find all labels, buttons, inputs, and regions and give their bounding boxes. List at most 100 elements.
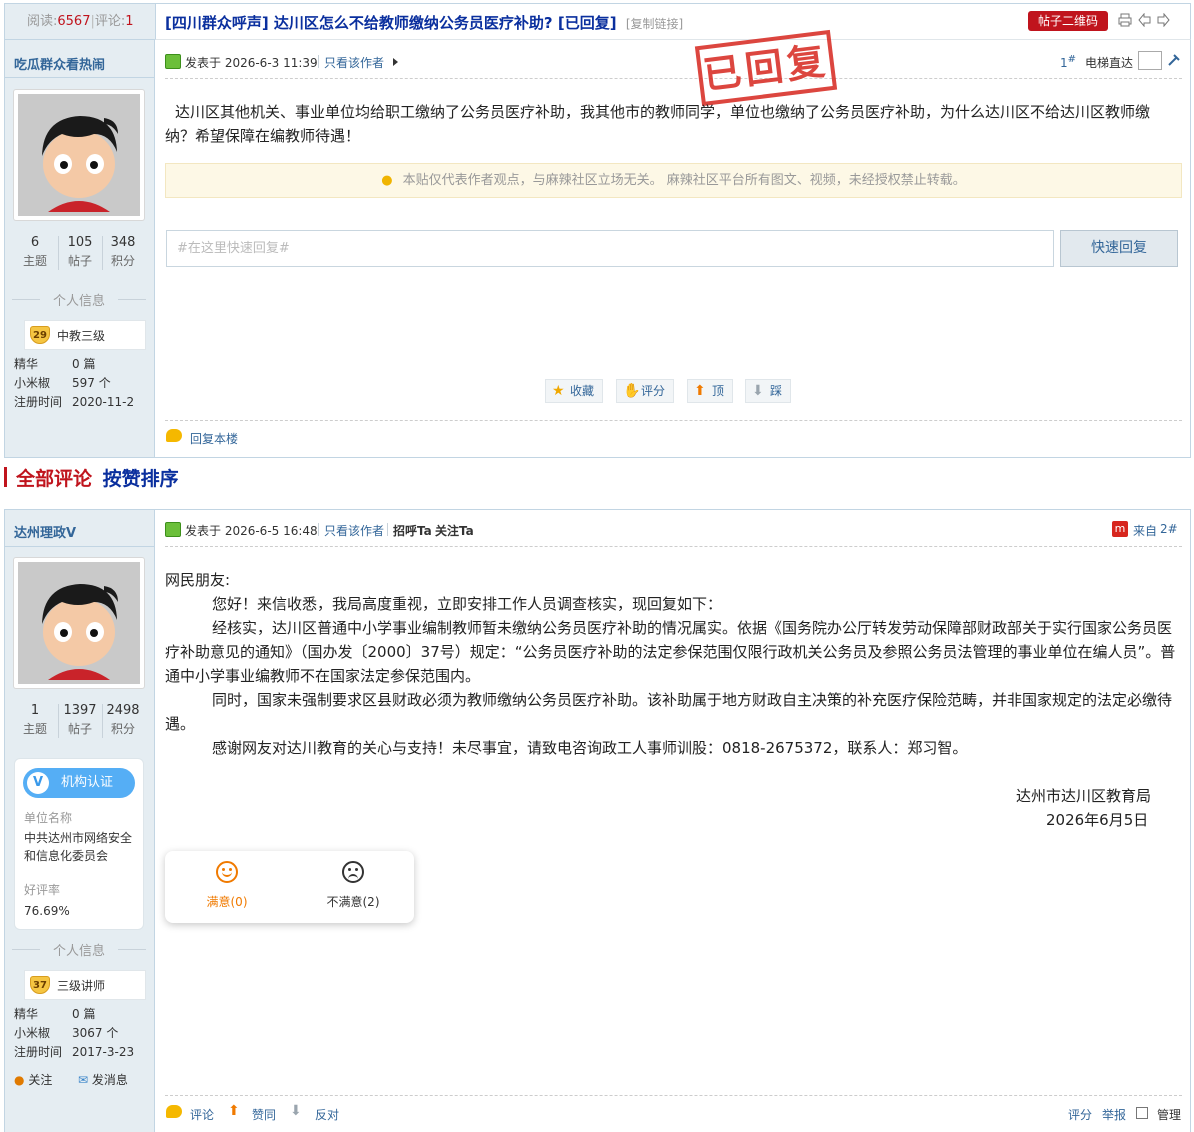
favorite-button[interactable]: ★ 收藏: [545, 379, 604, 403]
post1-content-text: 达川区其他机关、事业单位均给职工缴纳了公务员医疗补助，我其他市的教师同学，单位也…: [165, 103, 1151, 145]
manage-checkbox[interactable]: [1136, 1107, 1148, 1119]
post2-posted-at: 发表于 2026-6-5 16:48: [185, 524, 318, 538]
post1-arrow-icon: [393, 58, 398, 66]
agree-link[interactable]: 赞同: [252, 1106, 276, 1123]
prev-thread-icon[interactable]: [1138, 12, 1152, 28]
section-marker: [4, 467, 7, 487]
meta-label-regtime: 注册时间: [14, 395, 63, 409]
meta-label-pepper: 小米椒: [14, 376, 51, 390]
signature-org: 达州市达川区教育局: [1016, 787, 1152, 805]
post1-level-name: 中教三级: [57, 329, 106, 343]
smile-icon: [216, 861, 238, 883]
post1-only-author[interactable]: 只看该作者: [324, 54, 384, 71]
post1-author-divider: [4, 77, 155, 78]
satisfied-option[interactable]: 满意(0): [187, 861, 267, 910]
copy-link[interactable]: [复制链接]: [626, 17, 683, 31]
rate-button[interactable]: ✋ 评分: [616, 379, 675, 403]
post1-level-box[interactable]: 29 中教三级: [24, 320, 146, 350]
post2-level-box[interactable]: 37 三级讲师: [24, 970, 146, 1000]
rate-link[interactable]: 评分: [1068, 1106, 1092, 1123]
post2-avatar[interactable]: [14, 558, 144, 688]
post2-message-link[interactable]: ✉ 发消息: [78, 1071, 128, 1088]
print-icon[interactable]: [1118, 12, 1132, 27]
oppose-arrow-icon: ⬇: [290, 1103, 302, 1119]
post1-header-divider: [165, 78, 1182, 79]
follow-ta-link[interactable]: 关注Ta: [435, 522, 474, 539]
post2-only-author[interactable]: 只看该作者: [324, 522, 384, 539]
meta-label-essence: 精华: [14, 357, 39, 371]
post1-posted-at: 发表于 2026-6-3 11:39: [185, 56, 318, 70]
meta-value-essence: 0 篇: [72, 357, 96, 371]
unsatisfied-option[interactable]: 不满意(2): [310, 861, 396, 910]
rating-label: 好评率: [24, 883, 61, 897]
post1-footer-divider: [165, 420, 1182, 421]
post1-author[interactable]: 吃瓜群众看热闹: [14, 54, 105, 73]
quick-reply-input[interactable]: #在这里快速回复#: [166, 230, 1054, 267]
reply-floor-icon: [166, 429, 182, 442]
satisfaction-box: 满意(0) 不满意(2): [165, 851, 414, 923]
post1-online-icon: [165, 54, 181, 69]
post1-avatar[interactable]: [14, 90, 144, 220]
elevator-go-icon[interactable]: [1166, 52, 1182, 68]
star-icon: ★: [552, 383, 565, 399]
post1-floor-number[interactable]: 1#: [1060, 54, 1076, 70]
reads-label: 阅读:: [27, 14, 58, 29]
verified-v-icon: V: [27, 772, 49, 794]
post2-footer-divider: [165, 1095, 1182, 1096]
quick-reply-placeholder: #在这里快速回复#: [177, 241, 290, 256]
greet-ta-link[interactable]: 招呼Ta: [393, 522, 432, 539]
post2-floor-number[interactable]: 2#: [1160, 522, 1178, 536]
follow-user-icon: ●: [14, 1073, 25, 1087]
thread-title: [四川群众呼声] 达川区怎么不给教师缴纳公务员医疗补助? [已回复] [复制链接…: [165, 12, 683, 33]
post2-stat-posts[interactable]: 1397 帖子: [59, 702, 101, 737]
manage-label: 管理: [1157, 1108, 1182, 1122]
org-name: 中共达州市网络安全和信息化委员会: [24, 831, 133, 863]
post2-online-icon: [165, 522, 181, 537]
post1-content: 达川区其他机关、事业单位均给职工缴纳了公务员医疗补助，我其他市的教师同学，单位也…: [165, 100, 1177, 148]
rating-value: 76.69%: [24, 904, 70, 918]
post1-elevator-label: 电梯直达: [1085, 56, 1134, 70]
post2-stat-topics[interactable]: 1 主题: [14, 702, 56, 737]
sort-by-likes[interactable]: 按赞排序: [103, 468, 179, 490]
post1-stat-points[interactable]: 348 积分: [103, 234, 143, 269]
org-name-label: 单位名称: [24, 811, 73, 825]
post2-header-divider: [165, 546, 1182, 547]
oppose-link[interactable]: 反对: [315, 1106, 339, 1123]
level-badge-icon: 29: [30, 326, 50, 344]
satisfied-label: 满意(0): [206, 895, 248, 909]
post2-follow-link[interactable]: ● 关注: [14, 1071, 52, 1088]
qr-button[interactable]: 帖子二维码: [1028, 11, 1108, 31]
post2-level-name: 三级讲师: [57, 979, 106, 993]
all-comments-title: 全部评论: [16, 468, 93, 490]
post1-elevator-input[interactable]: [1138, 51, 1162, 70]
unsatisfied-label: 不满意(2): [326, 895, 380, 909]
section-title: 全部评论 按赞排序: [16, 464, 179, 491]
downvote-button[interactable]: ⬇ 踩: [745, 379, 792, 403]
reply-paragraph-4: 感谢网友对达川教育的关心与支持！未尽事宜，请致电咨询政工人事师训股：0818-2…: [212, 739, 968, 757]
envelope-icon: ✉: [78, 1073, 89, 1087]
post2-meta-labels: 精华 小米椒 注册时间: [14, 1007, 63, 1059]
agree-arrow-icon: ⬆: [228, 1103, 240, 1119]
frown-icon: [342, 861, 364, 883]
next-thread-icon[interactable]: [1156, 12, 1170, 28]
org-verified-badge: V 机构认证: [23, 768, 135, 798]
upvote-button[interactable]: ⬆ 顶: [687, 379, 734, 403]
report-link[interactable]: 举报: [1102, 1106, 1126, 1123]
post2-meta-values: 0 篇 3067 个 2017-3-23: [72, 1007, 135, 1059]
post2-author[interactable]: 达州理政V: [14, 522, 76, 541]
arrow-up-icon: ⬆: [694, 383, 706, 399]
post2-stat-points[interactable]: 2498 积分: [103, 702, 143, 737]
comments-count: 1: [125, 14, 134, 29]
replied-stamp-text: 已回复: [700, 37, 832, 98]
org-card: V 机构认证 单位名称 中共达州市网络安全和信息化委员会 好评率 76.69%: [14, 758, 144, 930]
post1-notice-text: 本贴仅代表作者观点，与麻辣社区立场无关。 麻辣社区平台所有图文、视频，未经授权禁…: [402, 173, 966, 188]
quick-reply-button[interactable]: 快速回复: [1060, 230, 1178, 267]
reads-count: 6567: [57, 14, 91, 29]
comment-link[interactable]: 评论: [190, 1106, 214, 1123]
reply-paragraph-2: 经核实，达川区普通中小学事业编制教师暂未缴纳公务员医疗补助的情况属实。依据《国务…: [165, 619, 1176, 685]
reply-floor-link[interactable]: 回复本楼: [190, 430, 238, 447]
post1-stat-posts[interactable]: 105 帖子: [59, 234, 101, 269]
post1-stat-topics[interactable]: 6 主题: [14, 234, 56, 269]
comment-bubble-icon: [166, 1105, 182, 1118]
level-badge-icon: 37: [30, 976, 50, 994]
